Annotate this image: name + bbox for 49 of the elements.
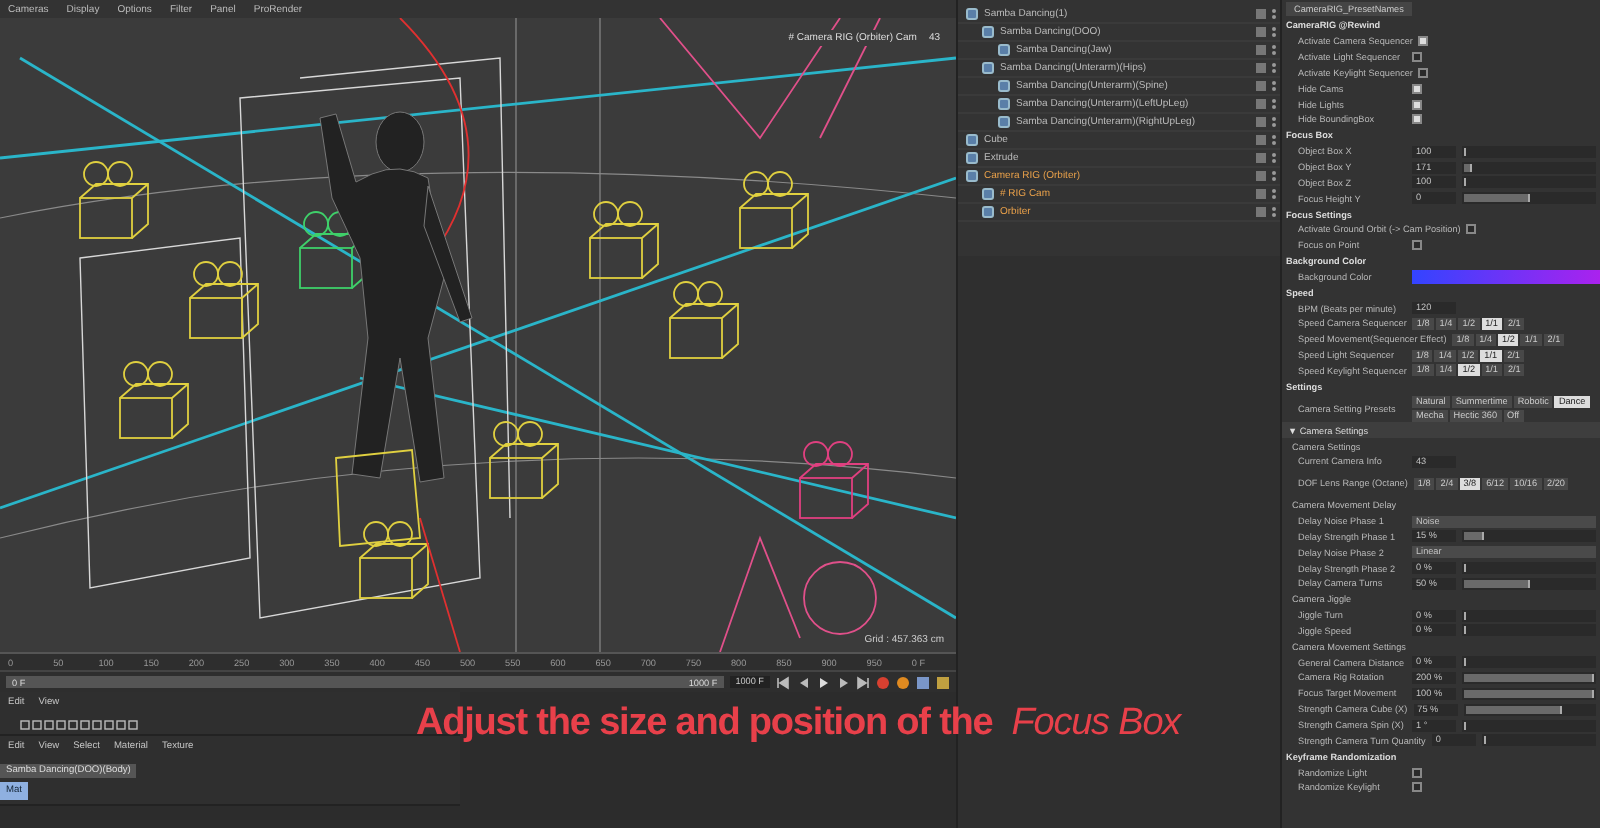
checkbox[interactable]: [1412, 240, 1422, 251]
record-icon[interactable]: [876, 675, 890, 689]
first-frame-icon[interactable]: [776, 675, 790, 689]
slider-track[interactable]: [1462, 145, 1596, 158]
visibility-icon[interactable]: [1256, 98, 1280, 110]
slider-track[interactable]: [1462, 624, 1596, 637]
visibility-icon[interactable]: [1256, 80, 1280, 92]
visibility-icon[interactable]: [1256, 206, 1280, 218]
visibility-icon[interactable]: [1256, 152, 1280, 164]
layer-toggle-icons[interactable]: [20, 720, 140, 730]
checkbox[interactable]: [1412, 782, 1422, 793]
checkbox[interactable]: [1412, 83, 1422, 94]
key-settings-icon[interactable]: [916, 675, 930, 689]
visibility-icon[interactable]: [1256, 188, 1280, 200]
slider-fill[interactable]: [1464, 532, 1484, 541]
slider-track[interactable]: [1462, 530, 1596, 543]
slider-fill[interactable]: [1464, 194, 1529, 203]
keyframe-icon[interactable]: [896, 675, 910, 689]
slider-track[interactable]: [1462, 176, 1596, 189]
visibility-icon[interactable]: [1256, 170, 1280, 182]
color-swatch[interactable]: [1412, 269, 1600, 284]
slider-track[interactable]: [1462, 562, 1596, 575]
checkbox[interactable]: [1418, 67, 1429, 78]
checkbox[interactable]: [1412, 767, 1422, 778]
visibility-icon[interactable]: [1256, 44, 1280, 56]
visibility-icon[interactable]: [1256, 8, 1280, 20]
slider-track[interactable]: [1462, 656, 1596, 669]
slider-fill[interactable]: [1464, 163, 1472, 172]
slider-track[interactable]: [1462, 192, 1596, 205]
slider-track[interactable]: [1462, 577, 1596, 590]
slider-track[interactable]: [1481, 734, 1596, 747]
checkbox[interactable]: [1466, 224, 1477, 235]
last-frame-icon[interactable]: [856, 675, 870, 689]
caption-text: Adjust the size and position of the Focus Box: [416, 702, 1181, 746]
checkbox[interactable]: [1412, 99, 1422, 110]
checkbox[interactable]: [1412, 52, 1422, 63]
slider-track[interactable]: [1462, 161, 1596, 174]
checkbox[interactable]: [1418, 36, 1429, 47]
slider-fill[interactable]: [1465, 705, 1562, 714]
visibility-icon[interactable]: [1256, 26, 1280, 38]
slider-track[interactable]: [1462, 609, 1596, 622]
slider-track[interactable]: [1462, 719, 1596, 732]
slider-fill[interactable]: [1464, 579, 1529, 588]
visibility-icon[interactable]: [1256, 62, 1280, 74]
checkbox[interactable]: [1412, 114, 1422, 125]
visibility-icon[interactable]: [1256, 134, 1280, 146]
visibility-icon[interactable]: [1256, 116, 1280, 128]
slider-track[interactable]: [1463, 703, 1596, 716]
timeline-icon[interactable]: [936, 675, 950, 689]
